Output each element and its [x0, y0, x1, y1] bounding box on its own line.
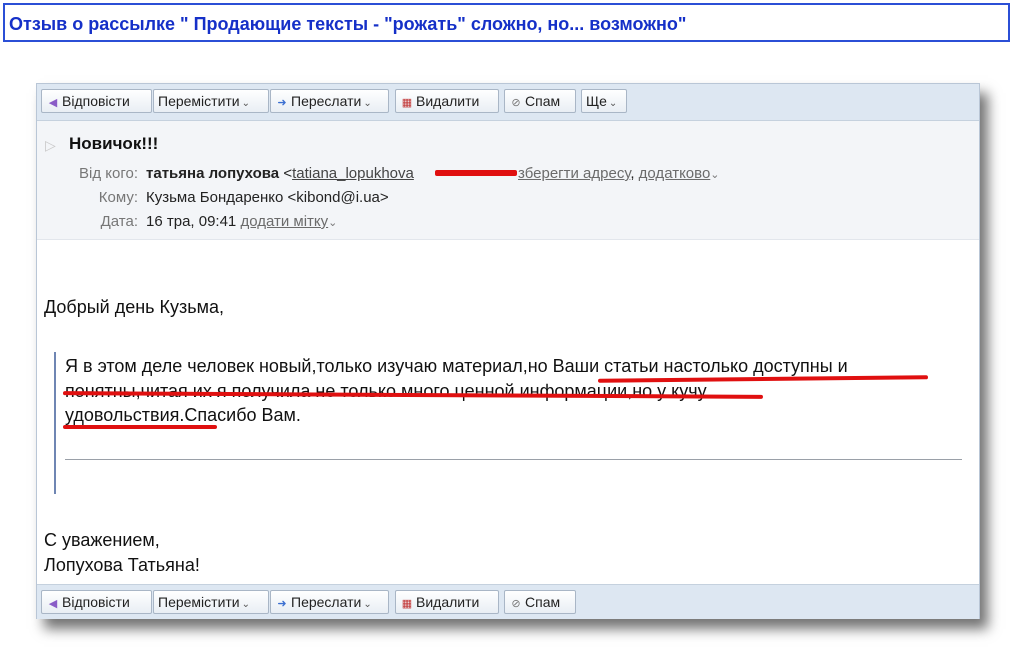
from-email-wrap: <tatiana_lopukhova	[283, 165, 414, 182]
more-details-link[interactable]: додатково	[639, 165, 711, 182]
quote-border	[54, 352, 56, 494]
trash-icon: ▦	[401, 97, 413, 109]
reply-button[interactable]: ◀ Відповісти	[41, 89, 152, 113]
chevron-down-icon: ⌄	[241, 98, 251, 109]
chevron-down-icon: ⌄	[608, 98, 618, 109]
from-label: Від кого:	[79, 165, 138, 182]
to-label: Кому:	[98, 189, 138, 206]
bottom-toolbar: ◀ Відповісти Перемістити ⌄ ➜ Переслати ⌄ ▦ Ви…	[37, 584, 979, 619]
move-button[interactable]: Перемістити ⌄	[153, 89, 269, 113]
move-label: Перемістити	[158, 93, 240, 109]
block-icon: ⊘	[511, 598, 521, 610]
spam-label: Спам	[525, 93, 561, 109]
move-label: Перемістити	[158, 594, 240, 610]
reply-label: Відповісти	[62, 594, 130, 610]
forward-label: Переслати	[291, 594, 362, 610]
page-title: Отзыв о рассылке " Продающие тексты - "р…	[9, 14, 687, 34]
delete-button-bottom[interactable]: ▦ Видалити	[395, 590, 499, 614]
from-email[interactable]: tatiana_lopukhova	[292, 165, 414, 182]
chevron-down-icon: ⌄	[328, 217, 338, 229]
chevron-down-icon: ⌄	[241, 599, 251, 610]
from-value: татьяна лопухова <tatiana_lopukhova	[146, 165, 414, 182]
trash-icon: ▦	[401, 598, 413, 610]
email-window: ◀ Відповісти Перемістити ⌄ ➜ Переслати ⌄ ▦ Ви…	[36, 83, 980, 619]
more-button[interactable]: Ще ⌄	[581, 89, 627, 113]
chevron-down-icon: ⌄	[710, 169, 720, 181]
forward-icon: ➜	[277, 97, 287, 109]
reply-icon: ◀	[48, 97, 58, 109]
top-toolbar: ◀ Відповісти Перемістити ⌄ ➜ Переслати ⌄ ▦ Ви…	[37, 84, 979, 121]
reply-label: Відповісти	[62, 93, 130, 109]
flag-icon[interactable]: ▷	[45, 137, 56, 154]
add-label-link[interactable]: додати мітку	[240, 213, 328, 230]
forward-button[interactable]: ➜ Переслати ⌄	[270, 89, 389, 113]
quote-line-1: Я в этом деле человек новый,только изуча…	[65, 356, 848, 376]
date-value: 16 тра, 09:41	[146, 213, 237, 230]
forward-button-bottom[interactable]: ➜ Переслати ⌄	[270, 590, 389, 614]
greeting: Добрый день Кузьма,	[44, 297, 225, 317]
closing-line-1: С уважением,	[44, 530, 160, 550]
delete-label: Видалити	[416, 93, 480, 109]
redaction-mark	[435, 170, 517, 176]
more-label: Ще	[586, 93, 607, 109]
closing-line-2: Лопухова Татьяна!	[44, 555, 200, 575]
message-header: ▷ Новичок!!! Від кого: татьяна лопухова …	[37, 121, 979, 240]
spam-label: Спам	[525, 594, 561, 610]
save-address-link[interactable]: зберегти адресу	[518, 165, 630, 182]
forward-label: Переслати	[291, 93, 362, 109]
chevron-down-icon: ⌄	[363, 599, 372, 610]
spam-button[interactable]: ⊘ Спам	[504, 89, 576, 113]
to-value: Кузьма Бондаренко <kibond@i.ua>	[146, 189, 389, 206]
forward-icon: ➜	[277, 598, 287, 610]
page-banner: Отзыв о рассылке " Продающие тексты - "р…	[3, 3, 1010, 42]
spam-button-bottom[interactable]: ⊘ Спам	[504, 590, 576, 614]
divider	[65, 459, 962, 460]
date-label: Дата:	[100, 213, 138, 230]
delete-button[interactable]: ▦ Видалити	[395, 89, 499, 113]
highlight-underline-3	[63, 425, 217, 429]
reply-icon: ◀	[48, 598, 58, 610]
block-icon: ⊘	[511, 97, 521, 109]
reply-button-bottom[interactable]: ◀ Відповісти	[41, 590, 152, 614]
quote-line-3: удовольствия.Спасибо Вам.	[65, 405, 301, 425]
from-name: татьяна лопухова	[146, 165, 280, 182]
delete-label: Видалити	[416, 594, 480, 610]
chevron-down-icon: ⌄	[363, 98, 372, 109]
move-button-bottom[interactable]: Перемістити ⌄	[153, 590, 269, 614]
date-row: 16 тра, 09:41 додати мітку⌄	[146, 213, 337, 230]
message-subject: Новичок!!!	[69, 134, 159, 153]
header-links: зберегти адресу, додатково⌄	[518, 165, 720, 182]
